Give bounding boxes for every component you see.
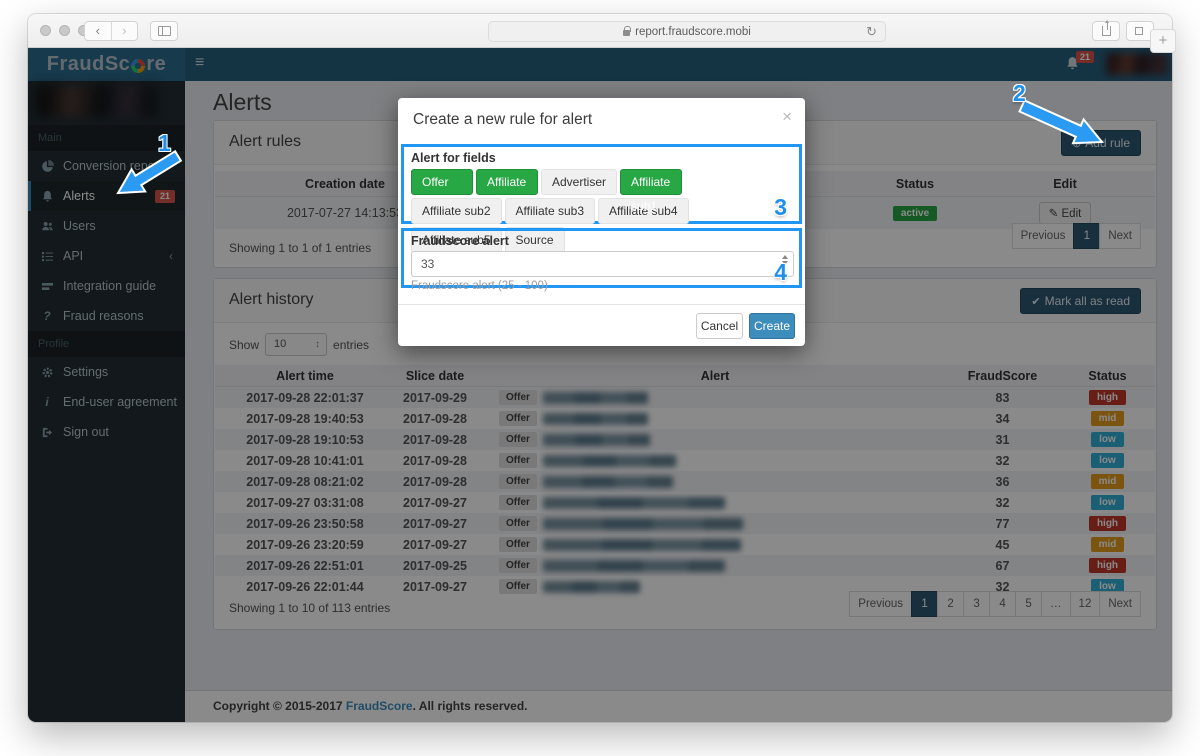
url-text: report.fraudscore.mobi: [635, 26, 751, 38]
field-button-affiliate-sub1[interactable]: Affiliate sub1: [620, 169, 682, 195]
minimize-window-button[interactable]: [59, 25, 70, 36]
create-button[interactable]: Create: [749, 313, 795, 339]
field-button-advertiser[interactable]: Advertiser: [541, 169, 617, 195]
browser-toolbar: ‹ › report.fraudscore.mobi ↻: [28, 14, 1172, 48]
create-rule-modal: Create a new rule for alert × Alert for …: [398, 98, 805, 346]
field-button-offer[interactable]: Offer: [411, 169, 473, 195]
forward-button[interactable]: ›: [111, 22, 138, 40]
history-nav-buttons: ‹ ›: [84, 21, 138, 41]
annotation-box-4: Fraudscore alert 33 Fraudscore alert (25…: [401, 228, 802, 288]
annotation-number-3: 3: [774, 194, 787, 221]
back-button[interactable]: ‹: [85, 22, 111, 40]
share-button[interactable]: [1092, 21, 1120, 41]
modal-footer: Cancel Create: [398, 304, 805, 346]
fields-label: Alert for fields: [411, 151, 792, 165]
sidebar-toggle-button[interactable]: [150, 21, 178, 41]
field-button-affiliate-sub3[interactable]: Affiliate sub3: [505, 198, 596, 224]
address-bar[interactable]: report.fraudscore.mobi ↻: [488, 21, 886, 42]
field-button-affiliate[interactable]: Affiliate: [476, 169, 538, 195]
score-label: Fraudscore alert: [411, 234, 792, 248]
tabs-icon: [1135, 27, 1143, 35]
fraudscore-value: 33: [421, 257, 434, 271]
share-icon: [1102, 26, 1111, 36]
lock-icon: [623, 30, 630, 36]
annotation-box-3: Alert for fields OfferAffiliateAdvertise…: [401, 144, 802, 224]
close-window-button[interactable]: [40, 25, 51, 36]
window-controls: [40, 25, 89, 36]
modal-title: Create a new rule for alert: [413, 111, 592, 129]
browser-window: ‹ › report.fraudscore.mobi ↻ FraudScre ≡…: [28, 14, 1172, 722]
fraudscore-input[interactable]: 33: [411, 251, 794, 277]
screenshot-root: ‹ › report.fraudscore.mobi ↻ FraudScre ≡…: [0, 0, 1200, 756]
close-icon[interactable]: ×: [782, 107, 792, 127]
new-tab-button[interactable]: +: [1150, 29, 1176, 53]
app-viewport: FraudScre ≡ 21 MainConversion reportAler…: [28, 48, 1172, 722]
score-help-text: Fraudscore alert (25 - 100): [411, 280, 792, 292]
sidebar-toggle-icon: [158, 26, 171, 36]
cancel-button[interactable]: Cancel: [696, 313, 743, 339]
field-button-affiliate-sub2[interactable]: Affiliate sub2: [411, 198, 502, 224]
annotation-number-4: 4: [774, 259, 787, 286]
reload-icon[interactable]: ↻: [866, 24, 877, 40]
